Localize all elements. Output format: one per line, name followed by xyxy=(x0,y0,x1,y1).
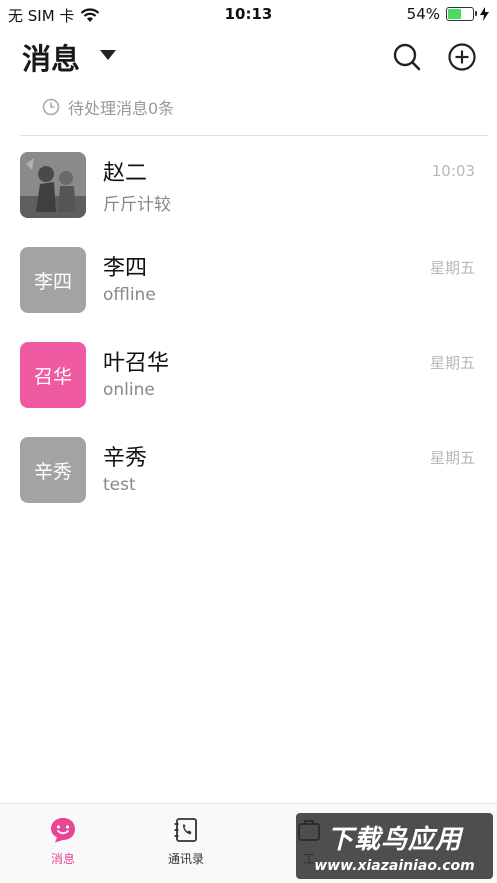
charging-bolt-icon xyxy=(480,7,489,21)
clock-icon xyxy=(42,98,60,116)
conversation-row[interactable]: 召华 叶召华 online 星期五 xyxy=(0,335,497,430)
tab-contacts[interactable]: 通讯录 xyxy=(141,816,231,867)
page-title[interactable]: 消息 xyxy=(22,36,80,78)
pending-messages[interactable]: 待处理消息0条 xyxy=(42,95,174,119)
conversation-row[interactable]: 辛秀 辛秀 test 星期五 xyxy=(0,430,497,525)
conversation-row[interactable]: 赵二 斤斤计较 10:03 xyxy=(0,145,497,240)
watermark-logo: 下载鸟应用 www.xiazainiao.com xyxy=(296,813,493,879)
last-message: test xyxy=(103,475,136,495)
contact-name: 赵二 xyxy=(103,161,148,186)
message-time: 星期五 xyxy=(429,259,475,277)
plus-circle-icon[interactable] xyxy=(447,42,477,72)
message-time: 星期五 xyxy=(429,354,475,372)
avatar: 李四 xyxy=(20,247,86,313)
page-header: 消息 xyxy=(0,36,497,80)
last-message: online xyxy=(103,380,155,400)
watermark-title: 下载鸟应用 xyxy=(326,825,462,855)
battery-level-fill xyxy=(448,9,461,19)
tab-label: 消息 xyxy=(50,852,75,866)
status-right: 54% xyxy=(407,5,489,23)
conversation-list: 赵二 斤斤计较 10:03 李四 李四 offline 星期五 召华 叶召华 o… xyxy=(0,145,497,525)
caret-down-icon[interactable] xyxy=(100,50,116,60)
avatar-initials: 李四 xyxy=(33,270,72,293)
tab-label: 通讯录 xyxy=(167,852,204,866)
contact-name: 叶召华 xyxy=(103,351,170,376)
avatar-photo-image xyxy=(20,152,86,218)
header-divider xyxy=(20,135,488,136)
status-bar: 无 SIM 卡 10:13 54% xyxy=(0,0,497,28)
tab-messages[interactable]: 消息 xyxy=(18,816,108,867)
battery-percent: 54% xyxy=(406,5,440,23)
message-time: 星期五 xyxy=(429,449,475,467)
chat-smile-icon xyxy=(51,818,75,843)
avatar xyxy=(20,152,86,218)
avatar: 召华 xyxy=(20,342,86,408)
avatar-initials: 召华 xyxy=(33,365,72,388)
message-time: 10:03 xyxy=(431,162,475,180)
watermark-url: www.xiazainiao.com xyxy=(314,858,475,874)
battery-icon xyxy=(446,7,477,21)
contacts-book-icon xyxy=(174,818,197,842)
pending-text: 待处理消息0条 xyxy=(68,99,175,118)
contact-name: 辛秀 xyxy=(103,446,148,471)
contact-name: 李四 xyxy=(103,256,148,281)
last-message: 斤斤计较 xyxy=(103,195,171,215)
conversation-row[interactable]: 李四 李四 offline 星期五 xyxy=(0,240,497,335)
avatar-initials: 辛秀 xyxy=(33,460,72,483)
last-message: offline xyxy=(103,285,156,305)
search-icon[interactable] xyxy=(392,42,422,72)
avatar: 辛秀 xyxy=(20,437,86,503)
